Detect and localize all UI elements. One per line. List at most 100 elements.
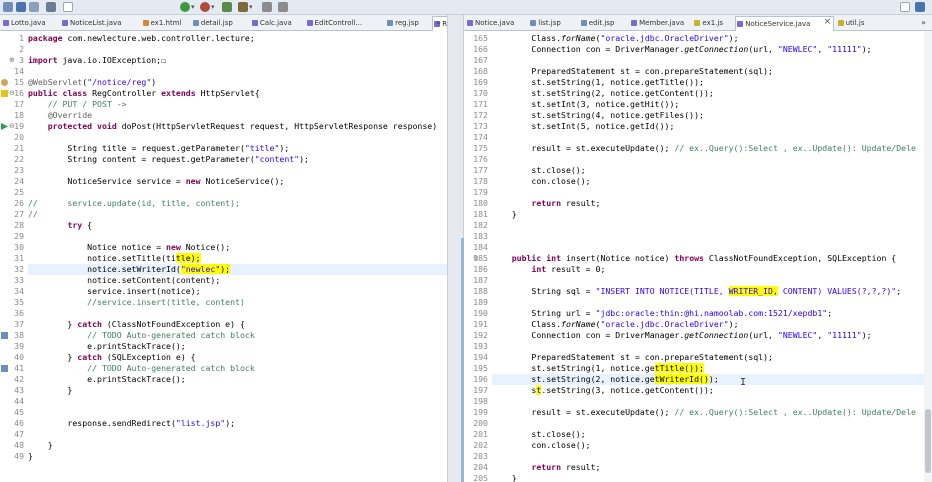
- right-code-line[interactable]: result = st.executeUpdate(); // ex..Quer…: [492, 407, 932, 418]
- left-code-line[interactable]: public class RegController extends HttpS…: [28, 88, 447, 99]
- left-code-line[interactable]: }: [28, 440, 447, 451]
- left-code-line[interactable]: [28, 231, 447, 242]
- right-code-line[interactable]: [492, 55, 932, 66]
- external-tools-icon[interactable]: [200, 2, 210, 12]
- left-code-line[interactable]: [28, 132, 447, 143]
- new-java-class-icon[interactable]: [63, 2, 73, 12]
- left-code-line[interactable]: [28, 407, 447, 418]
- left-code-line[interactable]: [28, 187, 447, 198]
- task-marker-icon[interactable]: [1, 332, 8, 339]
- fold-toggle-icon[interactable]: ⊖: [9, 89, 15, 97]
- run-icon[interactable]: [180, 2, 190, 12]
- right-code-line[interactable]: [492, 242, 932, 253]
- fold-toggle-icon[interactable]: ⊖: [9, 122, 15, 130]
- right-vertical-scrollbar[interactable]: [924, 31, 932, 482]
- print-icon[interactable]: [29, 2, 39, 12]
- left-code-line[interactable]: import java.io.IOException;☐: [28, 55, 447, 66]
- left-code-line[interactable]: } catch (SQLException e) {: [28, 352, 447, 363]
- left-code-line[interactable]: }: [28, 451, 447, 462]
- right-code-line[interactable]: st.setString(3, notice.getContent());: [492, 385, 932, 396]
- right-code-line[interactable]: [492, 418, 932, 429]
- run-dropdown-icon[interactable]: ▾: [191, 3, 195, 11]
- right-code-line[interactable]: con.close();: [492, 440, 932, 451]
- editor-split-divider[interactable]: [447, 15, 464, 482]
- right-code-line[interactable]: con.close();: [492, 176, 932, 187]
- right-code-line[interactable]: PreparedStatement st = con.prepareStatem…: [492, 352, 932, 363]
- right-code-line[interactable]: Connection con = DriverManager.getConnec…: [492, 44, 932, 55]
- right-editor-tab-3[interactable]: Member.java: [630, 16, 690, 31]
- search-dropdown-icon[interactable]: ▾: [249, 3, 253, 11]
- right-code-line[interactable]: [492, 451, 932, 462]
- back-icon[interactable]: [262, 2, 272, 12]
- right-code-line[interactable]: [492, 154, 932, 165]
- search-icon[interactable]: [238, 2, 248, 12]
- right-code-line[interactable]: public int insert(Notice notice) throws …: [492, 253, 932, 264]
- left-code-line[interactable]: notice.setTitle(title);: [28, 253, 447, 264]
- right-code-line[interactable]: st.close();: [492, 429, 932, 440]
- right-code-line[interactable]: [492, 187, 932, 198]
- left-code-line[interactable]: @Override: [28, 110, 447, 121]
- forward-icon[interactable]: [278, 2, 288, 12]
- left-code-line[interactable]: } catch (ClassNotFoundException e) {: [28, 319, 447, 330]
- right-code-line[interactable]: [492, 132, 932, 143]
- right-code-line[interactable]: return result;: [492, 462, 932, 473]
- left-editor-tabs-overflow-icon[interactable]: »: [436, 18, 441, 27]
- right-code-line[interactable]: Class.forName("oracle.jdbc.OracleDriver"…: [492, 33, 932, 44]
- left-code-line[interactable]: package com.newlecture.web.controller.le…: [28, 33, 447, 44]
- left-editor-tab-0[interactable]: Lotto.java: [2, 16, 58, 31]
- right-editor-tab-close-icon[interactable]: ×: [824, 18, 832, 27]
- left-editor-tab-2[interactable]: ex1.html: [142, 16, 189, 31]
- left-code-line[interactable]: //service.insert(title, content): [28, 297, 447, 308]
- right-editor-tab-4[interactable]: ex1.js: [693, 16, 732, 31]
- right-code-line[interactable]: [492, 275, 932, 286]
- right-code-line[interactable]: st.setInt(5, notice.getId());: [492, 121, 932, 132]
- left-editor-tab-4[interactable]: Calc.java: [251, 16, 303, 31]
- right-code-line[interactable]: Class.forName("oracle.jdbc.OracleDriver"…: [492, 319, 932, 330]
- left-code-area[interactable]: package com.newlecture.web.controller.le…: [28, 31, 447, 482]
- right-code-line[interactable]: st.setInt(3, notice.getHit());: [492, 99, 932, 110]
- fold-toggle-icon[interactable]: ⊖: [473, 254, 479, 262]
- left-editor-tab-3[interactable]: detail.jsp: [192, 16, 248, 31]
- right-editor-tab-0[interactable]: Notice.java: [466, 16, 526, 31]
- perspective-icon[interactable]: [915, 2, 925, 12]
- left-code-line[interactable]: [28, 66, 447, 77]
- save-icon[interactable]: [16, 2, 26, 12]
- right-code-line[interactable]: [492, 297, 932, 308]
- right-code-line[interactable]: st.close();: [492, 165, 932, 176]
- left-code-line[interactable]: [28, 308, 447, 319]
- right-editor-tab-5[interactable]: NoticeService.java: [735, 16, 834, 31]
- right-editor-tab-6[interactable]: util.js: [837, 16, 880, 31]
- left-code-line[interactable]: try {: [28, 220, 447, 231]
- right-code-line[interactable]: result = st.executeUpdate(); // ex..Quer…: [492, 143, 932, 154]
- left-code-line[interactable]: String title = request.getParameter("tit…: [28, 143, 447, 154]
- right-code-line[interactable]: st.setString(2, notice.getWriterId());: [492, 374, 932, 385]
- fold-toggle-icon[interactable]: ⊕: [9, 56, 15, 64]
- new-icon[interactable]: [3, 2, 13, 12]
- right-code-line[interactable]: [492, 396, 932, 407]
- left-code-line[interactable]: e.printStackTrace();: [28, 341, 447, 352]
- right-editor-tabs-overflow-icon[interactable]: »: [921, 18, 926, 27]
- left-code-line[interactable]: // TODO Auto-generated catch block: [28, 330, 447, 341]
- left-editor-tab-5[interactable]: EditControll...: [306, 16, 384, 31]
- task-marker-icon[interactable]: [1, 365, 8, 372]
- right-code-line[interactable]: st.setString(4, notice.getFiles());: [492, 110, 932, 121]
- left-code-line[interactable]: @WebServlet("/notice/reg"): [28, 77, 447, 88]
- right-code-line[interactable]: return result;: [492, 198, 932, 209]
- right-code-line[interactable]: [492, 231, 932, 242]
- left-code-line[interactable]: [28, 429, 447, 440]
- left-code-line[interactable]: [28, 165, 447, 176]
- quick-access-icon[interactable]: [900, 2, 910, 12]
- left-code-line[interactable]: [28, 44, 447, 55]
- left-code-line[interactable]: // service.update(id, title, content);: [28, 198, 447, 209]
- right-code-line[interactable]: int result = 0;: [492, 264, 932, 275]
- right-code-line[interactable]: [492, 341, 932, 352]
- right-code-line[interactable]: [492, 220, 932, 231]
- right-code-area[interactable]: Class.forName("oracle.jdbc.OracleDriver"…: [492, 31, 932, 482]
- left-code-line[interactable]: Notice notice = new Notice();: [28, 242, 447, 253]
- external-tools-dropdown-icon[interactable]: ▾: [211, 3, 215, 11]
- right-code-line[interactable]: st.setString(1, notice.getTitle());: [492, 77, 932, 88]
- right-editor-tab-1[interactable]: list.jsp: [529, 16, 576, 31]
- right-editor-tab-2[interactable]: edit.jsp: [580, 16, 627, 31]
- left-editor-tab-1[interactable]: NoticeList.java: [61, 16, 139, 31]
- left-code-line[interactable]: notice.setWriterId("newlec");: [28, 264, 447, 275]
